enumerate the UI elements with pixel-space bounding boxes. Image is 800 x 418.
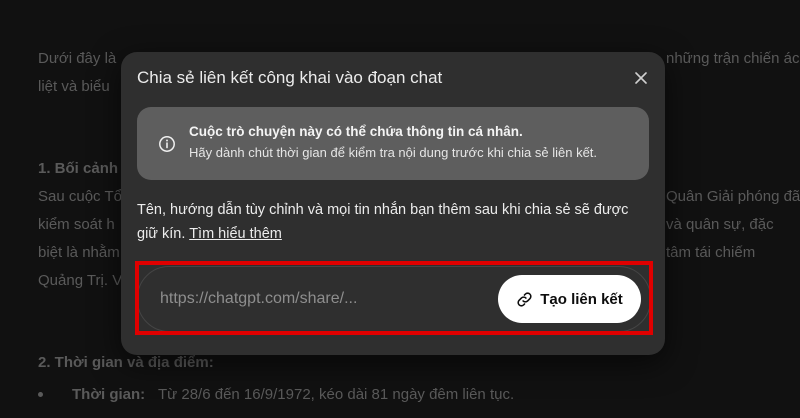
dialog-title: Chia sẻ liên kết công khai vào đoạn chat [137,68,443,87]
notice-text: Hãy dành chút thời gian để kiểm tra nội … [189,145,598,160]
bg-text-line: Quân Giải phóng đã [666,188,800,205]
bg-text-line: những trận chiến ác [666,50,800,67]
bg-heading: 2. Thời gian và địa điểm: [38,354,214,371]
bg-heading: 1. Bối cảnh [38,160,119,177]
bg-bullet-text: Từ 28/6 đến 16/9/1972, kéo dài 81 ngày đ… [158,386,515,403]
bg-text-line: và quân sự, đặc [666,216,774,233]
bg-bullet-label: Thời gian: [72,386,146,403]
share-dialog: Chia sẻ liên kết công khai vào đoạn chat… [121,52,665,355]
link-icon [517,291,532,307]
bg-text-line: liệt và biểu [38,78,110,95]
info-icon [159,136,175,152]
bg-text-line: biệt là nhằm [38,244,120,261]
privacy-notice: Cuộc trò chuyện này có thể chứa thông ti… [137,107,649,180]
bg-text-line: Sau cuộc Tổ [38,188,122,205]
learn-more-link[interactable]: Tìm hiểu thêm [189,226,282,242]
bg-text-line: Quảng Trị. V [38,272,123,289]
create-link-button[interactable]: Tạo liên kết [498,275,641,323]
share-link-row: Tạo liên kết [137,266,651,332]
close-icon [635,72,647,84]
close-button[interactable] [629,66,653,90]
create-link-label: Tạo liên kết [540,290,623,308]
bg-text-line: Dưới đây là [38,50,117,67]
share-description: Tên, hướng dẫn tùy chỉnh và mọi tin nhắn… [137,198,647,246]
bg-text-line: kiểm soát h [38,216,115,233]
notice-title: Cuộc trò chuyện này có thể chứa thông ti… [189,124,523,139]
bg-text-line: tâm tái chiếm [666,244,756,261]
bullet-icon [38,392,43,397]
share-url-field[interactable] [158,287,482,311]
